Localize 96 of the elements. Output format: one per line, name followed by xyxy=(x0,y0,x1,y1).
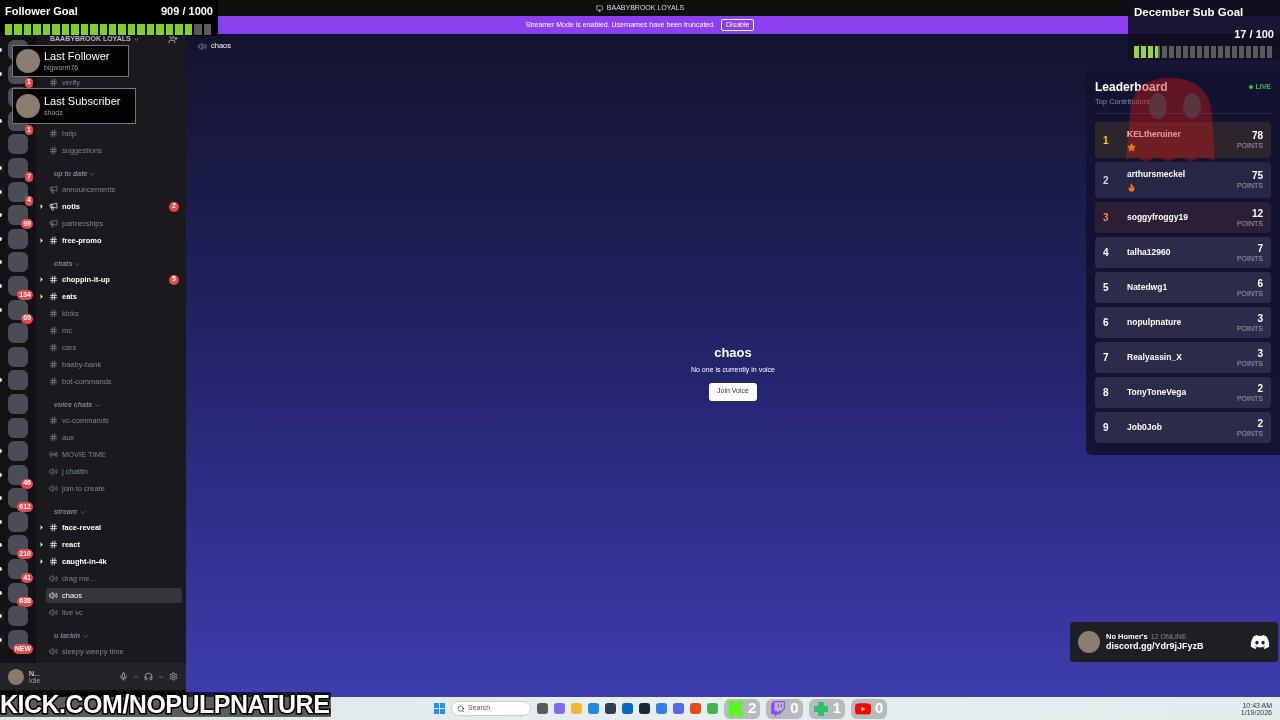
points-value: 78 xyxy=(1251,131,1263,142)
points-value: 2 xyxy=(1257,418,1263,429)
speaker-icon xyxy=(49,484,58,493)
hash-icon xyxy=(49,416,58,425)
alert-title: Last Subscriber xyxy=(44,94,121,109)
hash-icon xyxy=(49,275,58,284)
hash-icon xyxy=(49,292,58,301)
contributor-name: soggyfroggy19 xyxy=(1127,211,1189,225)
stage-icon xyxy=(49,450,58,459)
rank-number: 3 xyxy=(1103,211,1110,226)
points-value: 3 xyxy=(1257,313,1263,324)
hash-icon xyxy=(49,129,58,138)
contributor-name: Natedwg1 xyxy=(1127,281,1169,295)
microphone-icon[interactable] xyxy=(119,672,128,681)
hash-icon xyxy=(49,540,58,549)
speaker-icon xyxy=(49,647,58,656)
points-value: 2 xyxy=(1257,383,1263,394)
leaderboard-title: Leaderboard xyxy=(1095,79,1168,96)
caret-icon[interactable] xyxy=(132,35,140,43)
invite-icon[interactable] xyxy=(168,34,178,44)
hash-icon xyxy=(49,343,58,352)
points-value: 3 xyxy=(1257,348,1263,359)
speaker-icon xyxy=(49,467,58,476)
contributor-name: talha12960 xyxy=(1127,246,1172,260)
rank-number: 6 xyxy=(1103,316,1110,331)
megaphone-icon xyxy=(49,219,58,228)
avatar xyxy=(16,49,40,73)
server-avatar xyxy=(1078,631,1100,653)
points-value: 6 xyxy=(1257,278,1263,289)
alert-title: Last Follower xyxy=(44,49,110,64)
viewer-counter: 1 xyxy=(808,698,846,719)
stream-url-overlay: KICK.COM/NOPULPNATURE xyxy=(0,692,332,717)
caret-icon[interactable] xyxy=(82,633,90,640)
goal-count: 909 / 1000 xyxy=(161,4,213,19)
points-value: 75 xyxy=(1251,171,1263,182)
goal-count: 17 / 100 xyxy=(1234,27,1274,43)
kick-logo-icon xyxy=(728,700,744,717)
contributor-name: Job0Job xyxy=(1127,421,1163,435)
caret-icon[interactable] xyxy=(89,171,97,178)
rank-number: 5 xyxy=(1103,281,1110,296)
points-value: 7 xyxy=(1257,243,1263,254)
hash-icon xyxy=(49,360,58,369)
hash-icon xyxy=(49,78,58,87)
hash-icon xyxy=(49,557,58,566)
app-icon[interactable] xyxy=(605,703,616,714)
goal-title: December Sub Goal xyxy=(1134,5,1245,20)
invite-link[interactable]: discord.gg/Ydr9jJFyzB xyxy=(1106,641,1244,653)
viewer-counter: 0 xyxy=(766,698,803,719)
avatar xyxy=(16,94,40,118)
points-value: 12 xyxy=(1251,208,1263,219)
contributor-name: TonyToneVega xyxy=(1127,386,1188,400)
viewer-counter: 0 xyxy=(851,698,888,719)
windows-logo-icon[interactable] xyxy=(434,703,445,714)
viewer-counter: 2 xyxy=(724,698,761,719)
caret-icon[interactable] xyxy=(133,673,139,680)
app-icon[interactable] xyxy=(537,703,548,714)
caret-icon[interactable] xyxy=(94,402,102,409)
rank-number: 1 xyxy=(1103,133,1110,148)
megaphone-icon xyxy=(49,185,58,194)
headphones-icon[interactable] xyxy=(144,672,153,681)
caret-icon[interactable] xyxy=(78,509,86,516)
discord-logo-icon xyxy=(1250,632,1270,652)
star-icon xyxy=(1127,143,1136,153)
caret-icon[interactable] xyxy=(158,673,164,680)
contributor-name: nopulpnature xyxy=(1127,316,1183,330)
goal-title: Follower Goal xyxy=(5,4,78,19)
hash-icon xyxy=(49,326,58,335)
caret-icon[interactable] xyxy=(74,261,82,268)
speaker-icon xyxy=(198,41,207,51)
flame-icon xyxy=(1127,183,1136,193)
rank-number: 8 xyxy=(1103,386,1110,401)
hash-icon xyxy=(49,523,58,532)
speaker-icon xyxy=(49,574,58,583)
megaphone-icon xyxy=(49,202,58,211)
hash-icon xyxy=(49,309,58,318)
speaker-icon xyxy=(49,608,58,617)
speaker-icon xyxy=(49,591,58,600)
plus-logo-icon xyxy=(812,700,829,717)
rank-number: 9 xyxy=(1103,421,1110,436)
rank-number: 4 xyxy=(1103,246,1110,261)
rank-number: 7 xyxy=(1103,351,1110,366)
voice-channel-title: chaos xyxy=(714,343,752,362)
twitch-logo-icon xyxy=(770,700,787,717)
avatar[interactable] xyxy=(8,668,24,685)
app-icon[interactable] xyxy=(639,703,650,714)
hash-icon xyxy=(49,236,58,245)
hash-icon xyxy=(49,146,58,155)
hash-icon xyxy=(49,377,58,386)
contributor-name: arthursmeckel xyxy=(1127,168,1187,182)
hash-icon xyxy=(49,433,58,442)
rank-number: 2 xyxy=(1103,173,1110,188)
server-icon xyxy=(595,4,603,12)
contributor-name: Realyassin_X xyxy=(1127,351,1183,365)
search-icon xyxy=(457,704,465,713)
youtube-logo-icon xyxy=(855,700,872,717)
settings-icon[interactable] xyxy=(169,672,178,681)
